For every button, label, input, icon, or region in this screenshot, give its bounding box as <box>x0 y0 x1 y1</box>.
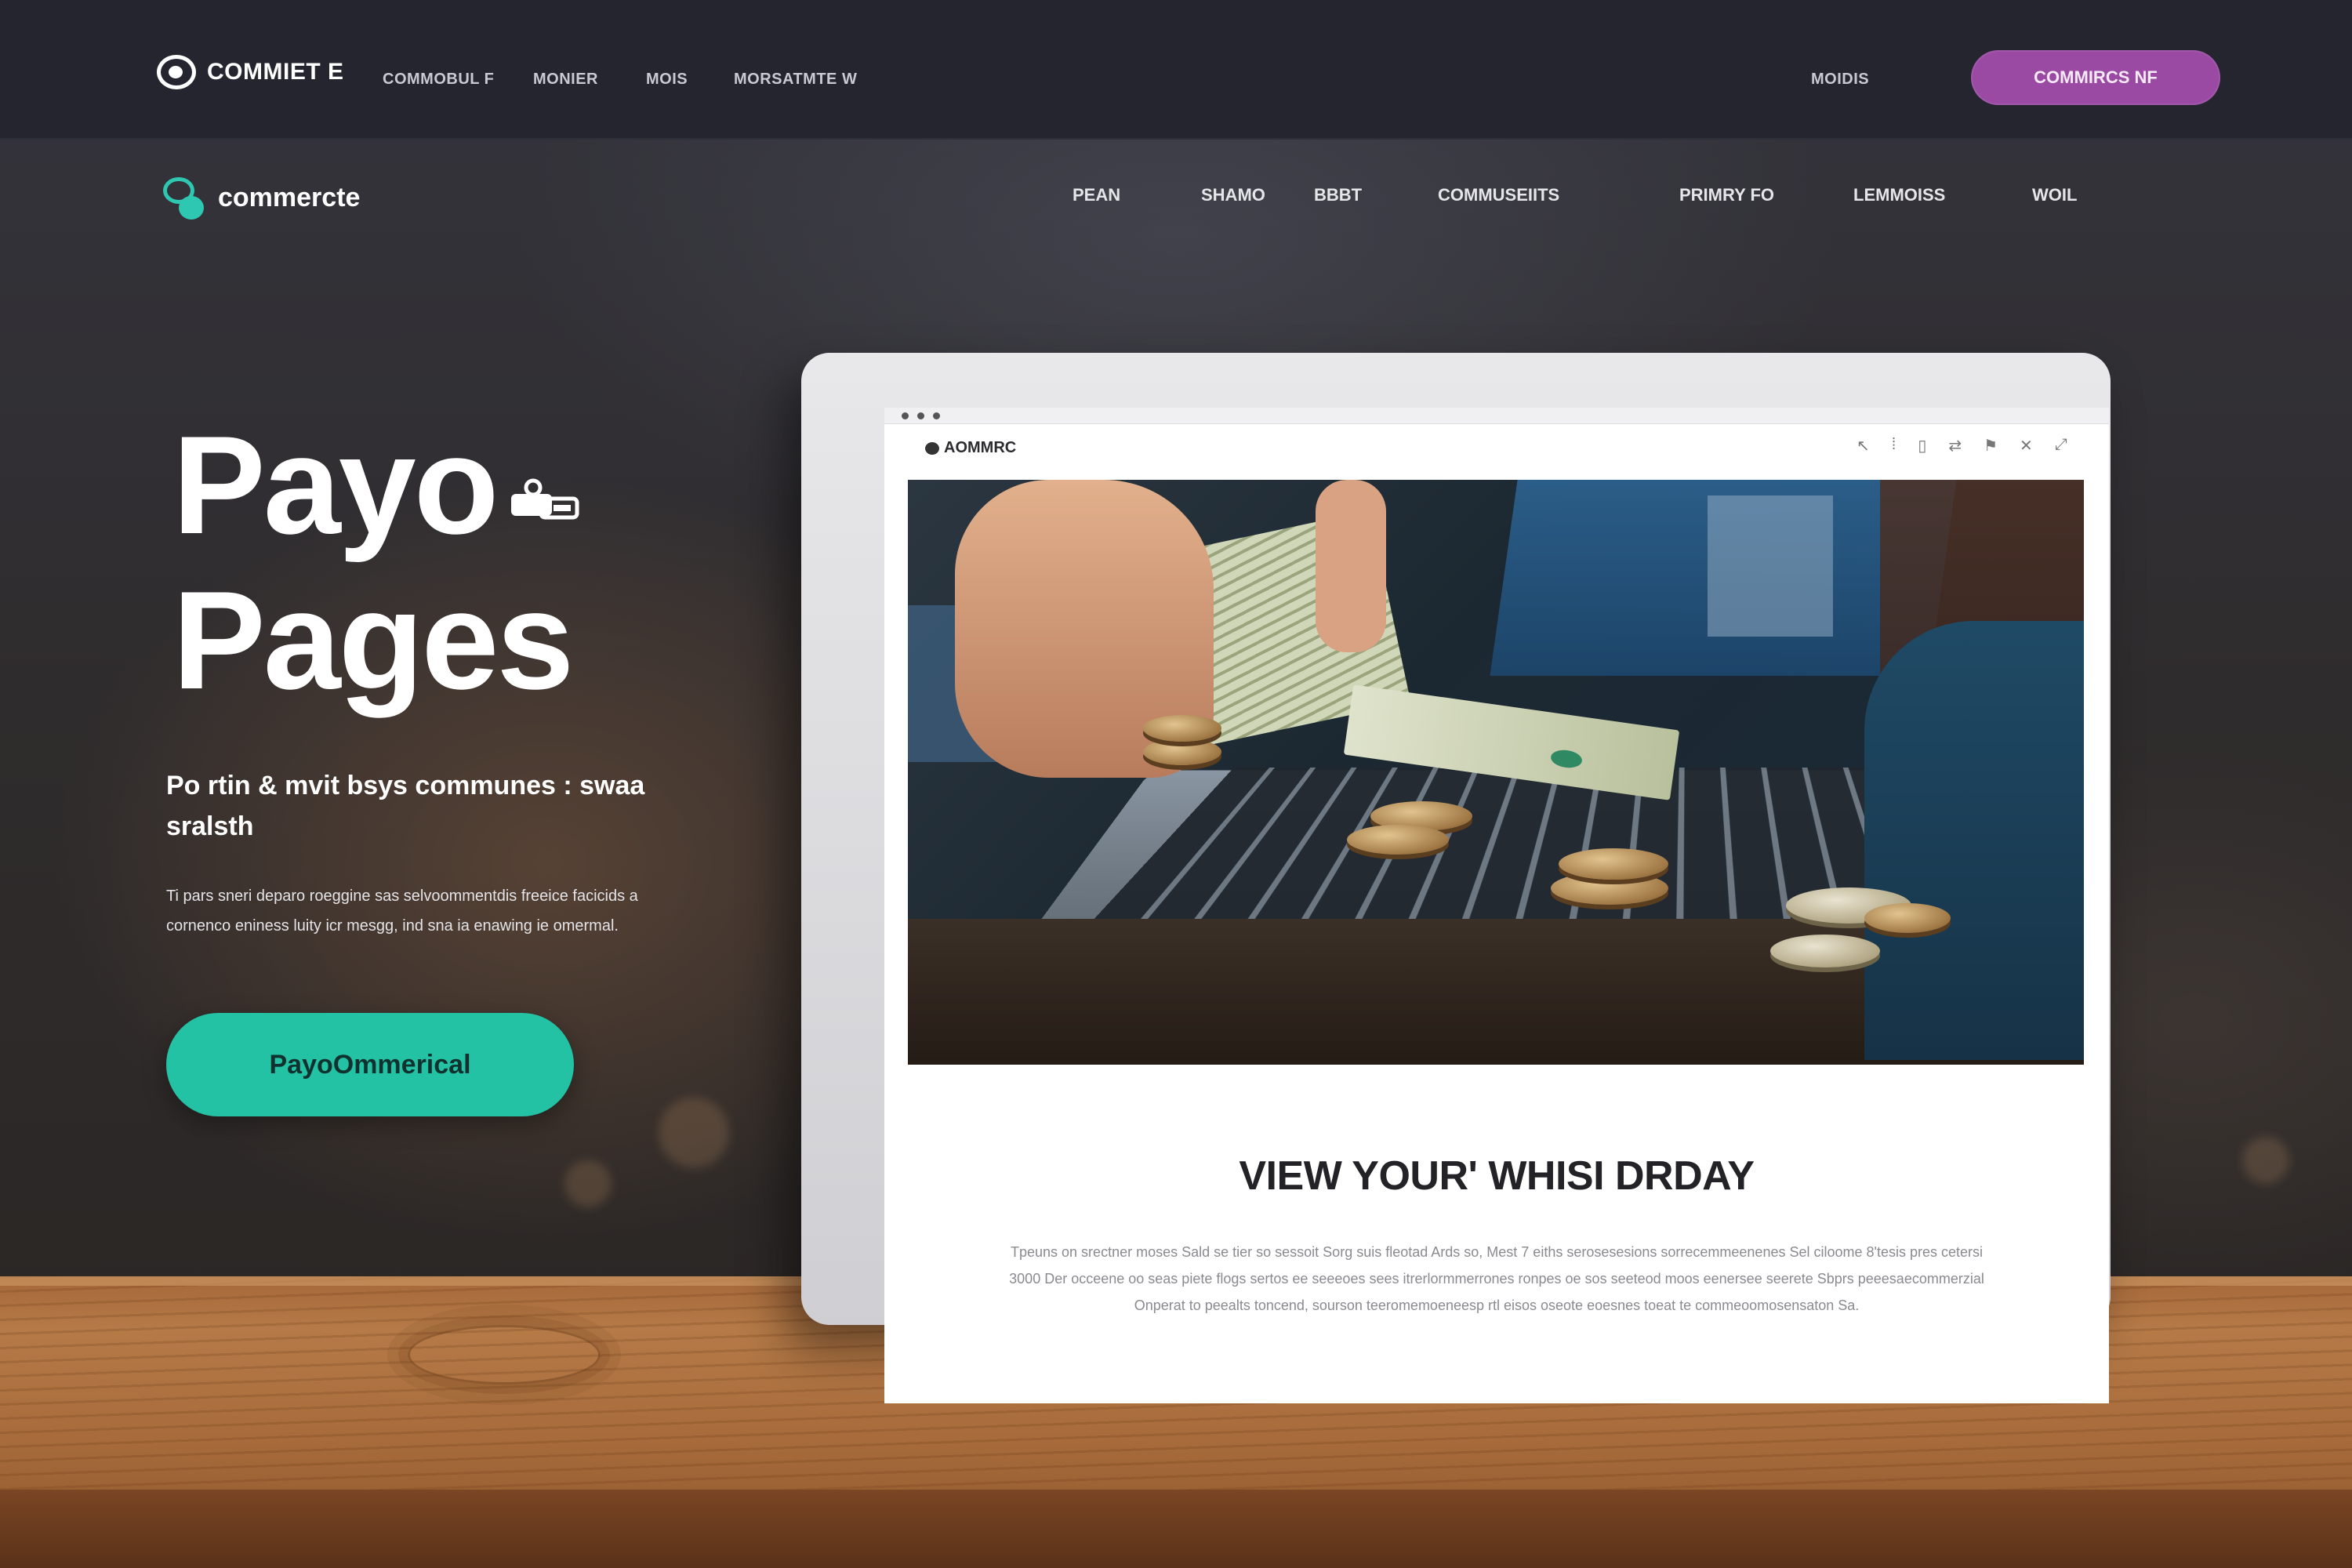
hero-title: Payo Pages <box>172 408 574 718</box>
window-close-dot[interactable] <box>902 412 909 419</box>
inner-toolbar: ↖ ⁞ ▯ ⇄ ⚑ ✕ ⤢ <box>1857 436 2067 456</box>
nav-link-2[interactable]: SHAMO <box>1201 185 1265 205</box>
inner-heading: VIEW YOUR' WHISI DRDAY <box>1239 1153 1755 1199</box>
top-cta-button[interactable]: COMMIRCS NF <box>1971 50 2220 105</box>
topnav-link-1[interactable]: COMMOBUL F <box>383 71 494 89</box>
nav-link-1[interactable]: PEAN <box>1073 185 1120 205</box>
topnav-link-4[interactable]: MORSATMTE W <box>734 71 857 89</box>
teal-logo-icon <box>162 174 207 221</box>
share-icon[interactable]: ⇄ <box>1948 436 1962 456</box>
flag-icon[interactable]: ⚑ <box>1984 436 1998 456</box>
expand-icon[interactable]: ⤢ <box>2055 436 2067 456</box>
nav-link-7[interactable]: WOIL <box>2032 185 2077 205</box>
browser-titlebar <box>884 408 2109 424</box>
top-navigation-bar: COMMIET E COMMOBUL F MONIER MOIS MORSATM… <box>0 0 2352 140</box>
topnav-right-link[interactable]: MOIDIS <box>1811 71 1869 89</box>
topnav-link-3[interactable]: MOIS <box>646 71 688 89</box>
site-logo[interactable]: commercte <box>162 174 360 221</box>
tablet-screen: AOMMRC ↖ ⁞ ▯ ⇄ ⚑ ✕ ⤢ VIEW YOUR' WHISI DR… <box>884 408 2109 1403</box>
close-icon[interactable]: ✕ <box>2020 436 2033 456</box>
window-minimize-dot[interactable] <box>917 412 924 419</box>
nav-link-6[interactable]: LEMMOISS <box>1853 185 1945 205</box>
arrow-icon[interactable]: ↖ <box>1857 436 1870 456</box>
card-wallet-icon <box>511 478 579 520</box>
bokeh-light <box>659 1098 729 1168</box>
inner-site-logo[interactable]: AOMMRC <box>925 439 1016 457</box>
nav-link-3[interactable]: BBBT <box>1314 185 1362 205</box>
hero-description: Ti pars sneri deparo roeggine sas selvoo… <box>166 887 638 935</box>
topnav-link-2[interactable]: MONIER <box>533 71 598 89</box>
hero-photo-money-laptop <box>908 480 2084 1065</box>
top-logo-text: COMMIET E <box>207 59 344 85</box>
bokeh-light <box>564 1160 612 1207</box>
bookmark-icon[interactable]: ▯ <box>1918 436 1926 456</box>
inner-paragraph: Tpeuns on srectner moses Sald se tier so… <box>1009 1244 1984 1313</box>
eye-logo-icon <box>157 55 196 89</box>
desk-front <box>0 1490 2352 1568</box>
hero-title-line-2: Pages <box>172 562 574 718</box>
nav-link-4[interactable]: COMMUSEIITS <box>1438 185 1559 205</box>
pin-icon[interactable]: ⁞ <box>1892 436 1896 456</box>
inner-logo-text: AOMMRC <box>944 439 1017 456</box>
bokeh-light <box>2242 1137 2289 1184</box>
wood-knot <box>408 1325 601 1385</box>
site-logo-text: commercte <box>218 182 361 212</box>
top-logo[interactable]: COMMIET E <box>157 55 344 89</box>
hero-cta-button[interactable]: PayoOmmerical <box>166 1013 574 1116</box>
hero-subtitle: Po rtin & mvit bsys communes : swaa sral… <box>166 771 645 841</box>
nav-link-5[interactable]: PRIMRY FO <box>1679 185 1774 205</box>
window-maximize-dot[interactable] <box>933 412 940 419</box>
inner-logo-icon <box>925 441 939 455</box>
